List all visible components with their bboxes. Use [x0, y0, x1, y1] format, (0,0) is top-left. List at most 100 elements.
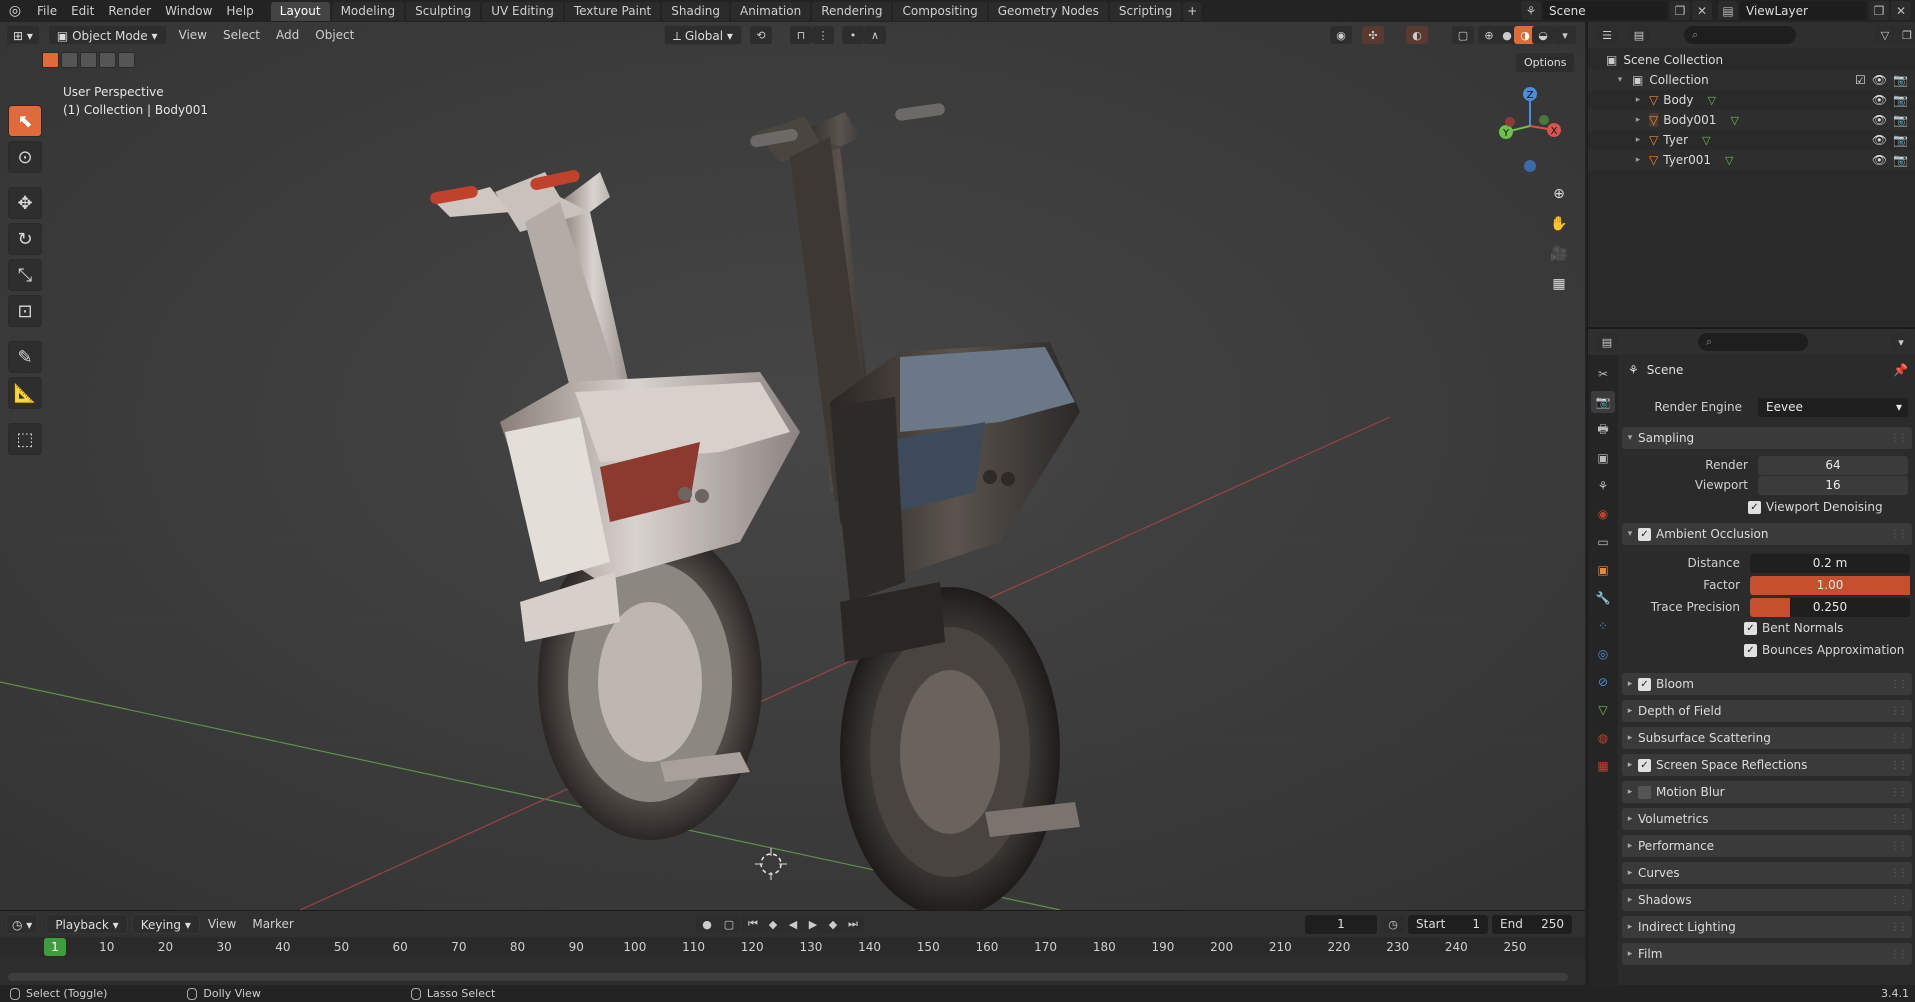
viewport-samples-field[interactable]: 16 — [1758, 475, 1908, 495]
tab-uv-editing[interactable]: UV Editing — [482, 1, 563, 21]
xray-icon[interactable]: ▢ — [1452, 26, 1474, 44]
expand-icon[interactable]: ▸ — [1632, 95, 1644, 105]
ao-factor-slider[interactable]: 1.00 — [1750, 575, 1910, 595]
navigation-gizmo[interactable]: Z Y X — [1488, 86, 1572, 182]
panel-enable-checkbox[interactable]: ✓ — [1638, 677, 1651, 691]
camera-icon[interactable]: 📷 — [1893, 133, 1908, 147]
playback-menu[interactable]: Playback ▾ — [46, 914, 128, 934]
panel-header-volumetrics[interactable]: ▸ Volumetrics ⋮⋮ — [1622, 808, 1912, 830]
constraints-tab-icon[interactable]: ⊘ — [1591, 671, 1615, 693]
new-scene-icon[interactable]: ❐ — [1670, 1, 1690, 20]
overlay-toggle-icon[interactable]: ◐ — [1406, 26, 1428, 44]
prev-keyframe-icon[interactable]: ◆ — [762, 915, 784, 933]
scene-selector[interactable]: Scene — [1543, 1, 1667, 20]
tab-rendering[interactable]: Rendering — [812, 1, 892, 21]
3d-viewport[interactable]: ⊞ ▾ ▣ Object Mode ▾ View Select Add Obje… — [0, 22, 1585, 910]
physics-tab-icon[interactable]: ◎ — [1591, 643, 1615, 665]
cursor-tool-icon[interactable]: ⊙ — [8, 141, 42, 173]
collection-checkbox-icon[interactable]: ☑ — [1855, 73, 1866, 87]
ao-distance-field[interactable]: 0.2 m — [1750, 553, 1910, 573]
menu-help[interactable]: Help — [219, 0, 260, 22]
drag-handle-icon[interactable]: ⋮⋮ — [1890, 706, 1908, 717]
gizmo-toggle-icon[interactable]: ✣ — [1362, 26, 1384, 44]
panel-header-indirect-lighting[interactable]: ▸ Indirect Lighting ⋮⋮ — [1622, 916, 1912, 938]
zoom-icon[interactable]: ⊕ — [1546, 182, 1572, 206]
select-intersect-icon[interactable] — [118, 52, 135, 68]
object-tab-icon[interactable]: ▣ — [1591, 559, 1615, 581]
camera-icon[interactable]: 📷 — [1893, 93, 1908, 107]
record-icon[interactable]: ● — [696, 915, 718, 933]
current-frame-field[interactable]: 1 — [1305, 915, 1377, 934]
move-tool-icon[interactable]: ✥ — [8, 187, 42, 219]
scale-tool-icon[interactable]: ⤡ — [8, 259, 42, 291]
drag-handle-icon[interactable]: ⋮⋮ — [1890, 760, 1908, 771]
visibility-icon[interactable]: ◉ — [1330, 26, 1352, 44]
view-layer-icon[interactable]: ▤ — [1718, 1, 1738, 20]
collection-expand-icon[interactable]: ▾ — [1614, 75, 1626, 85]
sampling-panel-header[interactable]: ▾ Sampling ⋮⋮ — [1622, 427, 1912, 449]
ambient-occlusion-checkbox[interactable]: ✓ — [1638, 527, 1651, 541]
drag-handle-icon[interactable]: ⋮⋮ — [1890, 868, 1908, 879]
new-view-layer-icon[interactable]: ❐ — [1869, 1, 1889, 20]
drag-handle-icon[interactable]: ⋮⋮ — [1890, 895, 1908, 906]
panel-header-motion-blur[interactable]: ▸ ✓ Motion Blur ⋮⋮ — [1622, 781, 1912, 803]
start-frame-field[interactable]: Start 1 — [1408, 915, 1488, 934]
collection-camera-icon[interactable]: 📷 — [1893, 73, 1908, 87]
select-extend-icon[interactable] — [61, 52, 78, 68]
ortho-grid-icon[interactable]: ▦ — [1546, 272, 1572, 296]
display-mode-icon[interactable]: ▤ — [1628, 26, 1650, 44]
eye-icon[interactable]: 👁 — [1872, 93, 1887, 107]
jump-end-icon[interactable]: ⏭ — [842, 915, 864, 933]
frame-ruler[interactable]: 1102030405060708090100110120130140150160… — [0, 937, 1585, 957]
modifier-tab-icon[interactable]: 🔧 — [1591, 587, 1615, 609]
drag-handle-icon[interactable]: ⋮⋮ — [1890, 433, 1908, 444]
keying-menu[interactable]: Keying ▾ — [131, 914, 200, 934]
camera-icon[interactable]: 📷 — [1893, 153, 1908, 167]
tab-texture-paint[interactable]: Texture Paint — [564, 1, 661, 21]
panel-header-bloom[interactable]: ▸ ✓ Bloom ⋮⋮ — [1622, 673, 1912, 695]
render-engine-dropdown[interactable]: Eevee ▾ — [1758, 397, 1908, 417]
outliner-object-row[interactable]: ▸ ▽ Tyer ▽ 👁 📷 — [1588, 130, 1915, 150]
timeline-editor-icon[interactable]: ◷ ▾ — [6, 914, 39, 934]
bounces-approx-checkbox[interactable]: ✓ Bounces Approximation — [1744, 643, 1904, 657]
view-layer-tab-icon[interactable]: ▣ — [1591, 447, 1615, 469]
properties-editor-icon[interactable]: ▤ — [1596, 333, 1618, 351]
add-workspace-button[interactable]: + — [1183, 1, 1202, 21]
menu-file[interactable]: File — [30, 0, 64, 22]
playhead-frame-indicator[interactable]: 1 — [44, 938, 66, 956]
end-frame-field[interactable]: End 250 — [1492, 915, 1572, 934]
tab-geometry-nodes[interactable]: Geometry Nodes — [988, 1, 1108, 21]
menu-add[interactable]: Add — [268, 25, 307, 45]
outliner-object-row[interactable]: ▸ ▽ Body001 ▽ 👁 📷 — [1588, 110, 1915, 130]
tab-sculpting[interactable]: Sculpting — [406, 1, 481, 21]
drag-handle-icon[interactable]: ⋮⋮ — [1890, 529, 1908, 540]
scene-collection-row[interactable]: ▣ Scene Collection — [1588, 50, 1915, 70]
panel-header-screen-space-reflections[interactable]: ▸ ✓ Screen Space Reflections ⋮⋮ — [1622, 754, 1912, 776]
collection-tab-icon[interactable]: ▭ — [1591, 531, 1615, 553]
data-tab-icon[interactable]: ▽ — [1591, 699, 1615, 721]
tab-shading[interactable]: Shading — [662, 1, 729, 21]
editor-type-icon[interactable]: ⊞ ▾ — [6, 25, 40, 45]
play-reverse-icon[interactable]: ◀ — [782, 915, 804, 933]
play-icon[interactable]: ▶ — [802, 915, 824, 933]
outliner-object-row[interactable]: ▸ ▽ Body ▽ 👁 📷 — [1588, 90, 1915, 110]
panel-header-subsurface-scattering[interactable]: ▸ Subsurface Scattering ⋮⋮ — [1622, 727, 1912, 749]
ambient-occlusion-panel-header[interactable]: ▾ ✓ Ambient Occlusion ⋮⋮ — [1622, 523, 1912, 545]
snap-icon[interactable]: ⊓ — [790, 26, 812, 44]
render-samples-field[interactable]: 64 — [1758, 455, 1908, 475]
panel-header-shadows[interactable]: ▸ Shadows ⋮⋮ — [1622, 889, 1912, 911]
annotate-tool-icon[interactable]: ✎ — [8, 341, 42, 373]
select-subtract-icon[interactable] — [80, 52, 97, 68]
tool-tab-icon[interactable]: ✂ — [1591, 363, 1615, 385]
drag-handle-icon[interactable]: ⋮⋮ — [1890, 949, 1908, 960]
ao-trace-slider[interactable]: 0.250 — [1750, 597, 1910, 617]
mode-dropdown[interactable]: ▣ Object Mode ▾ — [47, 25, 167, 45]
checkbox-checked-icon[interactable]: ✓ — [1748, 500, 1761, 514]
menu-edit[interactable]: Edit — [64, 0, 101, 22]
world-tab-icon[interactable]: ◉ — [1591, 503, 1615, 525]
proportional-edit-icon[interactable]: • — [842, 26, 864, 44]
panel-enable-checkbox[interactable]: ✓ — [1638, 785, 1651, 799]
marker-menu[interactable]: Marker — [244, 914, 301, 934]
properties-search-input[interactable]: ⌕ — [1698, 333, 1808, 351]
camera-icon[interactable]: 📷 — [1893, 113, 1908, 127]
